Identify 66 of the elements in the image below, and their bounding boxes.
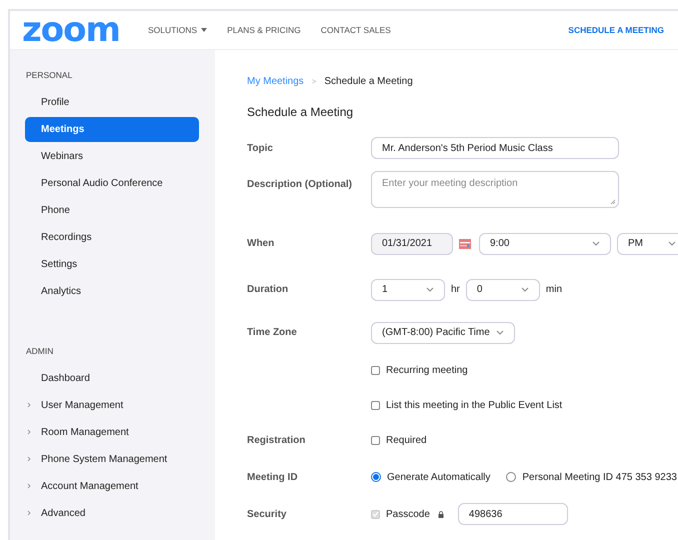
nav-link[interactable]: CONTACT SALES bbox=[320, 25, 391, 35]
breadcrumb-current: Schedule a Meeting bbox=[324, 76, 413, 87]
sidebar-item[interactable]: Dashboard bbox=[25, 366, 199, 391]
checkbox-label: Passcode bbox=[386, 508, 430, 520]
nav-link[interactable]: SOLUTIONS bbox=[148, 25, 208, 35]
sidebar-item[interactable]: Recordings bbox=[25, 225, 199, 250]
chevron-right-icon[interactable] bbox=[27, 456, 31, 462]
field-label: Description (Optional) bbox=[247, 179, 352, 190]
radio-button[interactable] bbox=[506, 472, 516, 482]
sidebar-item[interactable]: Phone bbox=[25, 198, 199, 223]
schedule-meeting-link[interactable]: SCHEDULE A MEETING bbox=[568, 25, 664, 35]
sidebar-item[interactable]: Webinars bbox=[25, 144, 199, 169]
chevron-right-icon[interactable] bbox=[27, 483, 31, 489]
checkbox[interactable] bbox=[371, 436, 380, 445]
chevron-down-icon bbox=[426, 287, 434, 292]
field-label: Registration bbox=[247, 435, 306, 446]
page-title: Schedule a Meeting bbox=[247, 105, 354, 119]
minutes-select[interactable]: 0 bbox=[466, 278, 540, 300]
time-select[interactable]: 9:00 bbox=[479, 232, 611, 254]
section-heading: ADMIN bbox=[25, 345, 54, 358]
radio-button[interactable] bbox=[371, 472, 381, 482]
minutes-unit: min bbox=[546, 284, 562, 295]
checkbox-label: Required bbox=[386, 435, 427, 446]
radio-label: Generate Automatically bbox=[387, 472, 490, 482]
field-label: Meeting ID bbox=[247, 472, 298, 482]
calendar-icon[interactable] bbox=[459, 238, 471, 248]
field-label: When bbox=[247, 238, 274, 249]
breadcrumb-separator: > bbox=[312, 77, 316, 86]
field-label: Topic bbox=[247, 142, 273, 154]
nav-link[interactable]: PLANS & PRICING bbox=[227, 25, 301, 35]
field-label: Security bbox=[247, 508, 286, 520]
hours-unit: hr bbox=[451, 284, 460, 295]
hours-select[interactable]: 1 bbox=[371, 278, 445, 300]
chevron-down-icon bbox=[592, 241, 600, 246]
chevron-down-icon bbox=[496, 330, 504, 335]
sidebar-item[interactable]: Analytics bbox=[25, 279, 199, 304]
date-field[interactable]: 01/31/2021 bbox=[371, 232, 453, 254]
sidebar-item[interactable]: Advanced bbox=[25, 501, 199, 526]
checkbox[interactable] bbox=[371, 366, 380, 375]
chevron-right-icon[interactable] bbox=[27, 510, 31, 516]
section-heading: PERSONAL bbox=[25, 69, 74, 82]
sidebar-item[interactable]: Account Management bbox=[25, 474, 199, 499]
sidebar-item[interactable]: Personal Audio Conference bbox=[25, 171, 199, 196]
sidebar-item[interactable]: Meetings bbox=[25, 117, 199, 142]
sidebar-item[interactable]: User Management bbox=[25, 393, 199, 418]
checkbox[interactable] bbox=[371, 401, 380, 410]
field-label: Duration bbox=[247, 284, 288, 295]
sidebar-item[interactable]: Room Management bbox=[25, 420, 199, 445]
chevron-down-icon bbox=[520, 287, 529, 292]
lock-icon bbox=[438, 510, 444, 518]
chevron-right-icon[interactable] bbox=[27, 402, 31, 408]
sidebar-item[interactable]: Profile bbox=[25, 90, 199, 115]
field-label: Time Zone bbox=[247, 327, 297, 338]
timezone-select[interactable]: (GMT-8:00) Pacific Time bbox=[371, 322, 515, 344]
topic-field[interactable]: Mr. Anderson's 5th Period Music Class bbox=[371, 137, 619, 159]
chevron-right-icon[interactable] bbox=[27, 429, 31, 435]
chevron-down-icon bbox=[668, 241, 676, 246]
description-field[interactable]: Enter your meeting description bbox=[371, 171, 619, 208]
radio-label: Personal Meeting ID 475 353 9233 bbox=[522, 472, 677, 482]
resize-grip-icon[interactable] bbox=[610, 199, 616, 205]
ampm-select[interactable]: PM bbox=[617, 232, 678, 254]
caret-icon[interactable] bbox=[201, 28, 208, 32]
sidebar-item[interactable]: Settings bbox=[25, 252, 199, 277]
sidebar-item[interactable]: Phone System Management bbox=[25, 447, 199, 472]
checkbox-label: List this meeting in the Public Event List bbox=[386, 400, 562, 411]
checkbox-label: Recurring meeting bbox=[386, 365, 468, 376]
